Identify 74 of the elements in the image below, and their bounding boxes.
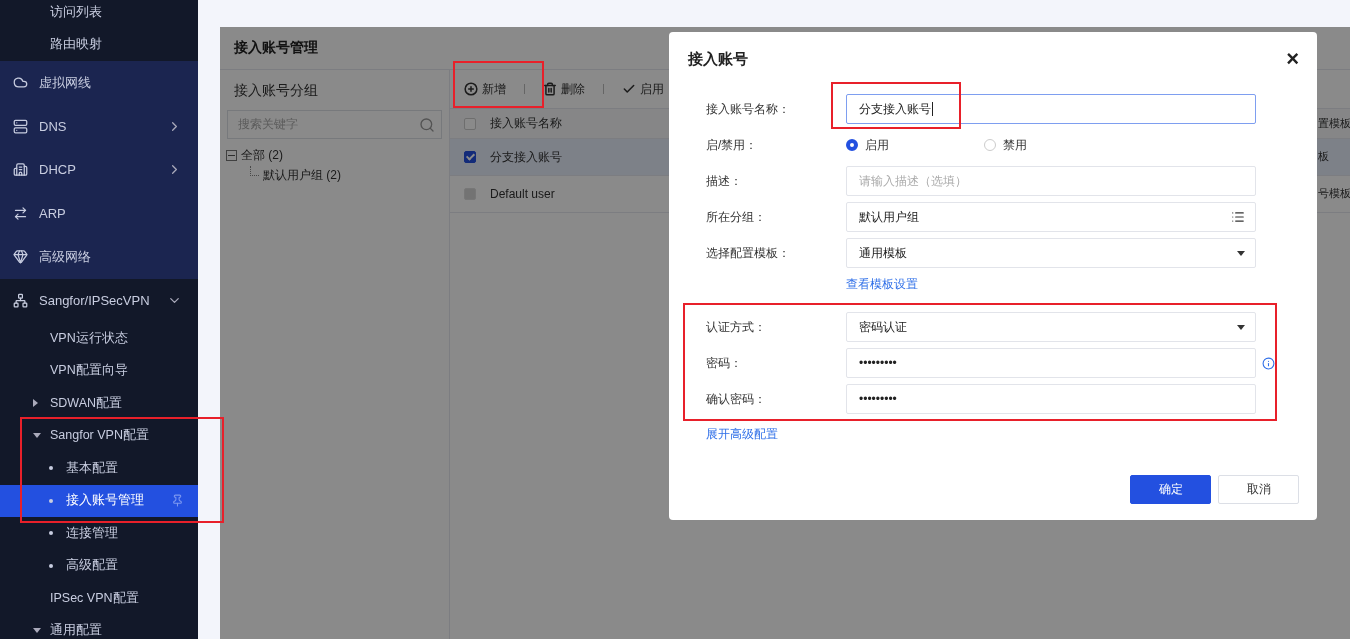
close-button[interactable]: × [1286, 48, 1299, 70]
sidebar-item[interactable]: VPN运行状态 [0, 322, 198, 355]
sidebar-item[interactable]: 高级网络 [0, 235, 198, 279]
server-icon [13, 118, 28, 134]
checkbox[interactable] [464, 151, 476, 163]
field-label: 启/禁用： [706, 136, 759, 154]
column-header: 接入账号名称 [490, 115, 563, 132]
dialog-title: 接入账号 [688, 49, 748, 69]
sidebar-item[interactable]: VPN配置向导 [0, 354, 198, 387]
plus-icon [464, 82, 478, 96]
building-icon [13, 162, 28, 178]
tree-item[interactable]: 默认用户组 (2) [263, 166, 341, 184]
radio-option[interactable]: 禁用 [984, 136, 1122, 154]
column-header: 置模板 [1318, 116, 1350, 131]
bullet-icon [49, 498, 53, 503]
template-settings-link[interactable]: 查看模板设置 [846, 275, 918, 293]
sidebar-item[interactable]: DNS [0, 104, 198, 148]
sidebar-item[interactable]: 基本配置 [0, 452, 198, 485]
confirm-button[interactable]: 确定 [1130, 475, 1211, 504]
arrows-icon [13, 205, 28, 221]
gem-icon [13, 249, 28, 265]
info-icon[interactable] [1262, 356, 1275, 370]
sidebar-item[interactable]: 高级配置 [0, 549, 198, 582]
password-field[interactable]: ••••••••• [846, 348, 1256, 378]
text-field[interactable]: 分支接入账号 [846, 94, 1256, 124]
password-field[interactable]: ••••••••• [846, 384, 1256, 414]
section-title: 接入账号分组 [233, 82, 319, 100]
field-label: 接入账号名称： [706, 100, 791, 118]
search-icon[interactable] [419, 116, 435, 133]
bullet-icon [49, 531, 53, 536]
sidebar-item[interactable]: Sangfor VPN配置 [0, 419, 198, 452]
toolbar-button[interactable]: 启用 [622, 80, 664, 98]
select-field[interactable]: 通用模板 [846, 238, 1256, 268]
sidebar-item[interactable]: 连接管理 [0, 517, 198, 550]
network-icon [13, 292, 28, 308]
sidebar-item[interactable]: 访问列表 [0, 0, 198, 29]
sidebar-item[interactable]: 通用配置 [0, 614, 198, 639]
field-label: 所在分组： [706, 208, 767, 226]
toolbar-button[interactable]: 新增 [464, 80, 506, 98]
tree-line [250, 166, 259, 176]
sidebar-item[interactable]: 接入账号管理 [0, 484, 198, 517]
sidebar-item[interactable]: 虚拟网线 [0, 61, 198, 105]
sidebar-item[interactable]: SDWAN配置 [0, 387, 198, 420]
dropdown-icon [1237, 324, 1245, 330]
trash-icon [543, 82, 557, 96]
field-label: 描述： [706, 172, 743, 190]
select-field[interactable]: 密码认证 [846, 312, 1256, 342]
radio-option[interactable]: 启用 [846, 136, 984, 154]
toolbar-button[interactable]: 删除 [543, 80, 585, 98]
tree-item[interactable]: 全部 (2) [241, 146, 283, 164]
page-title: 接入账号管理 [234, 39, 318, 57]
field-label: 选择配置模板： [706, 244, 791, 262]
bullet-icon [49, 466, 53, 471]
sidebar-item[interactable]: IPSec VPN配置 [0, 582, 198, 615]
cancel-button[interactable]: 取消 [1218, 475, 1299, 504]
table-cell: 号模板 [1318, 187, 1350, 201]
sidebar-item[interactable]: 路由映射 [0, 28, 198, 61]
list-icon [1231, 210, 1245, 224]
check-icon [622, 82, 636, 96]
table-cell-text: 分支接入账号 [490, 148, 563, 166]
sidebar-item[interactable]: ARP [0, 191, 198, 235]
field-label: 确认密码： [706, 390, 767, 408]
sidebar-item[interactable]: DHCP [0, 148, 198, 192]
advanced-config-link[interactable]: 展开高级配置 [706, 425, 778, 443]
collapse-icon[interactable] [226, 149, 237, 161]
pin-icon[interactable] [171, 494, 184, 508]
table-cell-text: 板 [1318, 150, 1330, 164]
bullet-icon [49, 563, 53, 568]
field-label: 密码： [706, 354, 743, 372]
group-picker[interactable]: 默认用户组 [846, 202, 1256, 232]
field-label: 认证方式： [706, 318, 767, 336]
table-cell-text: Default user [490, 187, 556, 201]
dropdown-icon [1237, 250, 1245, 256]
cloud-icon [13, 75, 28, 91]
